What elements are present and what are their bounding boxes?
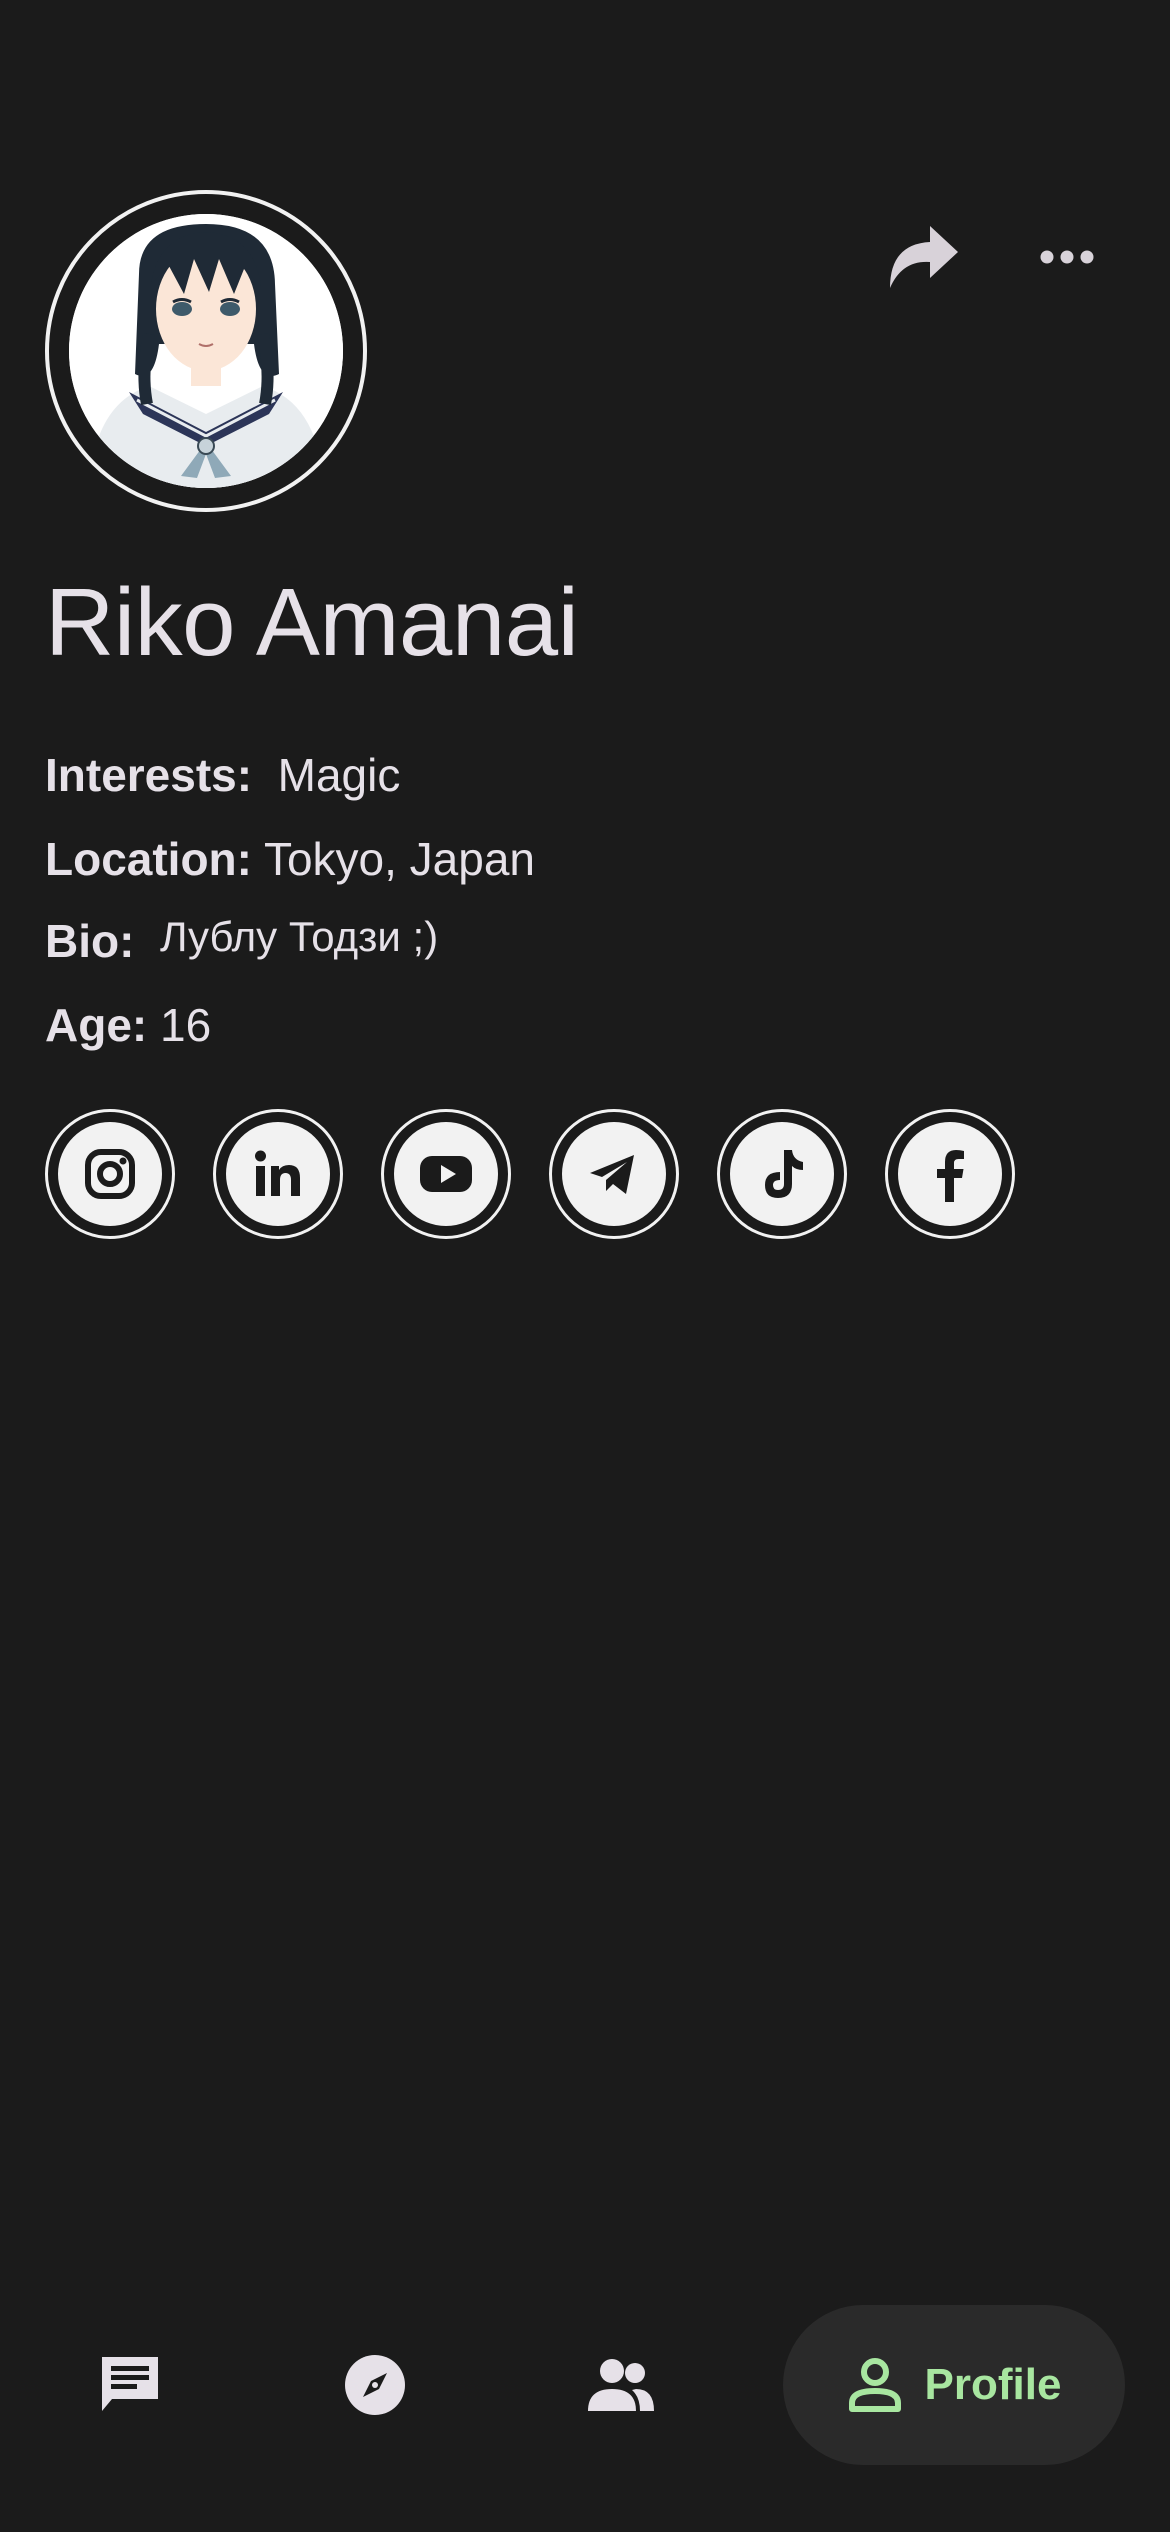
- youtube-icon: [420, 1156, 472, 1192]
- linkedin-link[interactable]: [213, 1109, 343, 1239]
- tiktok-badge: [730, 1122, 834, 1226]
- telegram-icon: [590, 1155, 634, 1194]
- tiktok-link[interactable]: [717, 1109, 847, 1239]
- location-row: Location: Tokyo, Japan: [45, 832, 535, 887]
- bottom-navigation: Profile: [0, 2290, 1170, 2480]
- bio-label: Bio:: [45, 915, 135, 967]
- interests-row: Interests: Magic: [45, 748, 400, 803]
- nav-explore[interactable]: [310, 2305, 440, 2465]
- more-horizontal-icon: [1040, 250, 1094, 264]
- instagram-badge: [58, 1122, 162, 1226]
- interests-value: Magic: [277, 749, 401, 801]
- telegram-link[interactable]: [549, 1109, 679, 1239]
- more-options-button[interactable]: [1022, 212, 1112, 302]
- bio-value: Лублу Тодзи ;): [159, 913, 439, 960]
- instagram-icon: [85, 1149, 135, 1199]
- linkedin-badge: [226, 1122, 330, 1226]
- tiktok-icon: [765, 1150, 803, 1198]
- facebook-icon: [937, 1150, 964, 1202]
- age-label: Age:: [45, 999, 148, 1051]
- chat-icon: [102, 2357, 158, 2411]
- nav-profile-label: Profile: [924, 2360, 1062, 2409]
- person-icon: [848, 2358, 901, 2412]
- share-button[interactable]: [877, 212, 967, 302]
- facebook-link[interactable]: [885, 1109, 1015, 1239]
- interests-label: Interests:: [45, 749, 253, 801]
- anime-girl-avatar-icon: [69, 214, 343, 488]
- instagram-link[interactable]: [45, 1109, 175, 1239]
- people-icon: [588, 2359, 654, 2411]
- linkedin-icon: [255, 1150, 300, 1196]
- youtube-link[interactable]: [381, 1109, 511, 1239]
- nav-chats[interactable]: [65, 2305, 195, 2465]
- profile-name: Riko Amanai: [45, 569, 579, 676]
- location-label: Location:: [45, 833, 252, 885]
- compass-icon: [345, 2355, 405, 2415]
- social-links: [45, 1109, 1015, 1239]
- telegram-badge: [562, 1122, 666, 1226]
- share-icon: [890, 226, 958, 288]
- age-row: Age: 16: [45, 998, 211, 1053]
- bio-row: Bio: Лублу Тодзи ;): [45, 913, 439, 969]
- nav-profile[interactable]: Profile: [783, 2305, 1125, 2465]
- age-value: 16: [160, 999, 212, 1051]
- facebook-badge: [898, 1122, 1002, 1226]
- location-value: Tokyo, Japan: [263, 833, 535, 885]
- avatar: [69, 214, 343, 488]
- nav-friends[interactable]: [556, 2305, 686, 2465]
- profile-avatar-ring[interactable]: [45, 190, 367, 512]
- youtube-badge: [394, 1122, 498, 1226]
